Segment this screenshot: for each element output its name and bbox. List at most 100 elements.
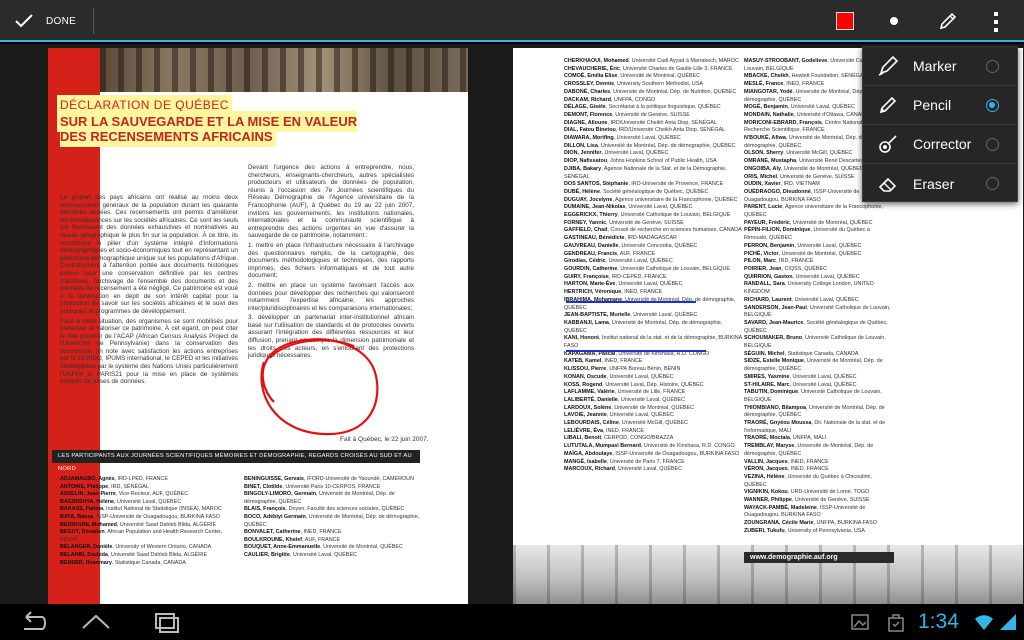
pen-color-button[interactable]	[836, 12, 854, 30]
participant-affiliation: , Université Laval, QUÉBEC	[787, 104, 855, 111]
participants-header: LES PARTICIPANTS AUX JOURNÉES SCIENTIFIQ…	[52, 450, 420, 472]
done-label: DONE	[46, 15, 77, 27]
paragraph: Devant l'urgence des actions à entrepren…	[248, 164, 414, 240]
list-item: SCHOUMAKER, Bruno, Université Catholique…	[744, 335, 894, 350]
list-item: DEMONT, Florence, Université de Genève, …	[564, 112, 742, 120]
menu-item-pencil[interactable]: Pencil	[863, 86, 1017, 125]
participant-name: DABONÉ, Charles	[564, 88, 611, 95]
participant-affiliation: , Université Laval, QUÉBEC	[791, 296, 859, 303]
shopping-bag-icon[interactable]	[886, 610, 906, 634]
participant-name: POIRIER, Jean	[744, 265, 782, 272]
participants-list-right: BENINGUISSE, Gervais, IFORD-Université d…	[244, 476, 420, 560]
participant-name: DION, Jennifer	[564, 150, 602, 157]
list-item: BINET, Clotilde, Université Paris 10-CER…	[244, 484, 420, 492]
list-item: PICHÉ, Victor, Université de Montréal, Q…	[744, 251, 894, 259]
participant-name: DIOP, Nafissatou	[564, 158, 608, 165]
pen-size-button[interactable]	[890, 17, 898, 25]
menu-item-eraser[interactable]: Eraser	[863, 164, 1017, 203]
participant-name: ORIS, Michel	[744, 173, 777, 180]
overflow-menu-button[interactable]	[992, 12, 1000, 32]
participant-affiliation: , UNFPA, MALI	[789, 435, 827, 442]
participant-name: BOUQUET, Anne-Emmanuelle	[244, 544, 321, 551]
back-icon[interactable]	[18, 610, 48, 634]
list-item: LELIÈVRE, Éva, INED, FRANCE	[564, 428, 742, 436]
list-item: KOSS, Rogend, Université Laval, Dép. His…	[564, 382, 742, 390]
list-item: ST-HILAIRE, Marc, Université Laval, QUÉB…	[744, 382, 894, 390]
menu-item-label: Pencil	[913, 97, 952, 113]
declaration-title: SUR LA SAUVEGARDE ET LA MISE EN VALEUR D…	[60, 114, 358, 144]
done-button[interactable]: DONE	[0, 0, 92, 42]
participant-affiliation: , Université de Paris 7, FRANCE	[606, 458, 685, 465]
participant-name: N'BOUKÉ, Afiwa	[744, 135, 786, 142]
list-item: VIGNIKIN, Kokou, URD-Université de Lomé,…	[744, 489, 894, 497]
participant-name: GASTINEAU, Bénédicte	[564, 235, 625, 242]
participant-affiliation: , Université de Montréal, Dép. de démogr…	[597, 142, 736, 149]
participant-affiliation: , ISSP-Université de Ouagadougou, BURKIN…	[93, 513, 220, 520]
participant-name: LELIÈVRE, Éva	[564, 427, 603, 434]
list-item: QUIRRION, Gaston, Université Laval, QUÉB…	[744, 274, 894, 282]
list-item: DABONÉ, Charles, Université de Montréal,…	[564, 89, 742, 97]
radio-button[interactable]	[986, 177, 999, 190]
participant-affiliation: , Université de Genève, SUISSE	[791, 497, 870, 504]
participant-affiliation: , Université Laval, QUÉBEC	[617, 396, 686, 403]
list-item: BAKASS, Fatima, Institut National de Sta…	[60, 506, 236, 514]
list-item: GOURDIN, Catherine, Université Catholiqu…	[564, 266, 742, 274]
list-item: RICHARD, Laurent, Université Laval, QUÉB…	[744, 297, 894, 305]
paragraph: 1. mettre en place l'infrastructure néce…	[248, 241, 414, 280]
menu-item-marker[interactable]: Marker	[863, 47, 1017, 86]
participant-affiliation: , IRD-CEPED, FRANCE	[608, 273, 667, 280]
participant-affiliation: , Johns Hopkins School of Public Health,…	[607, 158, 717, 165]
pen-tool-button[interactable]	[937, 10, 959, 32]
home-icon[interactable]	[80, 610, 112, 634]
participant-name: BENDER, Rosemary	[60, 559, 112, 566]
participant-name: SMIRES, Yasmine	[744, 373, 790, 380]
participant-name: ADJAMAGBO, Agnès	[60, 476, 115, 482]
list-item: FORNEY, Yannic, Université de Genève, SU…	[564, 220, 742, 228]
list-item: BENINGUISSE, Gervais, IFORD-Université d…	[244, 476, 420, 484]
participant-affiliation: , Université de Montréal, QUÉBEC	[320, 544, 403, 551]
list-item: SANDERSON, Jean-Paul, Université Catholi…	[744, 305, 894, 320]
participant-name: BAKASS, Fatima	[60, 506, 104, 513]
participant-affiliation: , Université de Montréal, QUÉBEC	[780, 165, 864, 172]
list-item: PARENT, Lucie, Agence universitaire de l…	[744, 204, 894, 219]
participant-name: LARDOUX, Solène	[564, 404, 612, 411]
radio-button[interactable]	[986, 138, 999, 151]
radio-button[interactable]	[986, 99, 999, 112]
participants-list-left: ADJAMAGBO, Agnès, IRD-LPED, FRANCE ANTOIN…	[60, 476, 236, 567]
list-item: BOCO, Adébiyi Germain, Université de Mon…	[244, 514, 420, 529]
participant-affiliation: , Université Laval, QUÉBEC	[114, 498, 182, 505]
participant-name: BEGUY, Donatien	[60, 529, 105, 536]
list-item: GAUVREAU, Danielle, Université Concordia…	[564, 243, 742, 251]
list-item: LEBOURDAIS, Céline, Université McGill, Q…	[564, 420, 742, 428]
participant-name: DIAGNE, Alioune	[564, 119, 608, 126]
list-item: Girodias, Cédric, Université Laval, QUÉB…	[564, 258, 742, 266]
participant-name: WANNER, Philippe	[744, 497, 792, 504]
participant-affiliation: , Université Laval, QUÉBEC	[605, 258, 673, 265]
participant-name: HERTRICH, Véronique	[564, 289, 622, 296]
overflow-dot-icon	[994, 12, 998, 16]
participant-name: BEDROUNI, Mohamed	[60, 521, 117, 528]
participant-name: SANDERSON, Jean-Paul	[744, 304, 807, 311]
gallery-icon[interactable]	[850, 610, 870, 634]
participant-affiliation: , Vice-Recteur, AUF, QUÉBEC	[115, 491, 189, 498]
participant-name: PILON, Marc	[744, 258, 777, 265]
radio-button[interactable]	[986, 60, 999, 73]
participant-affiliation: , Université Laval, QUÉBEC	[789, 373, 857, 380]
participant-name: PICHÉ, Victor	[744, 250, 779, 257]
participant-name: KONAN, Oscude	[564, 373, 607, 380]
participant-affiliation: , INED, FRANCE	[621, 289, 663, 296]
menu-item-corrector[interactable]: Corrector	[863, 125, 1017, 164]
participant-name: EGGERICKX, Thierry	[564, 212, 618, 219]
recent-apps-icon[interactable]	[150, 610, 180, 634]
list-item: VEZINA, Hélène, Université du Québec à C…	[744, 474, 894, 489]
pencil-icon	[879, 96, 897, 114]
participant-name: LAVOIE, Jeannie	[564, 412, 607, 419]
list-item: SAVARD, Jean-Maurice, Société généalogiq…	[744, 320, 894, 335]
pen-type-menu: Marker Pencil Corrector Eraser	[862, 46, 1018, 202]
participant-affiliation: , Secrétariat à la politique linguistiqu…	[605, 104, 721, 111]
participant-affiliation: , Université Laval, QUÉBEC	[614, 466, 683, 473]
website-url: www.demographie.auf.org	[744, 552, 894, 563]
list-item: DIAL, Fatou Binetou, IRD/Université Chei…	[564, 127, 742, 135]
signal-icon	[1000, 614, 1016, 630]
participant-name: ASSELIN, Jean-Pierre	[60, 491, 116, 498]
